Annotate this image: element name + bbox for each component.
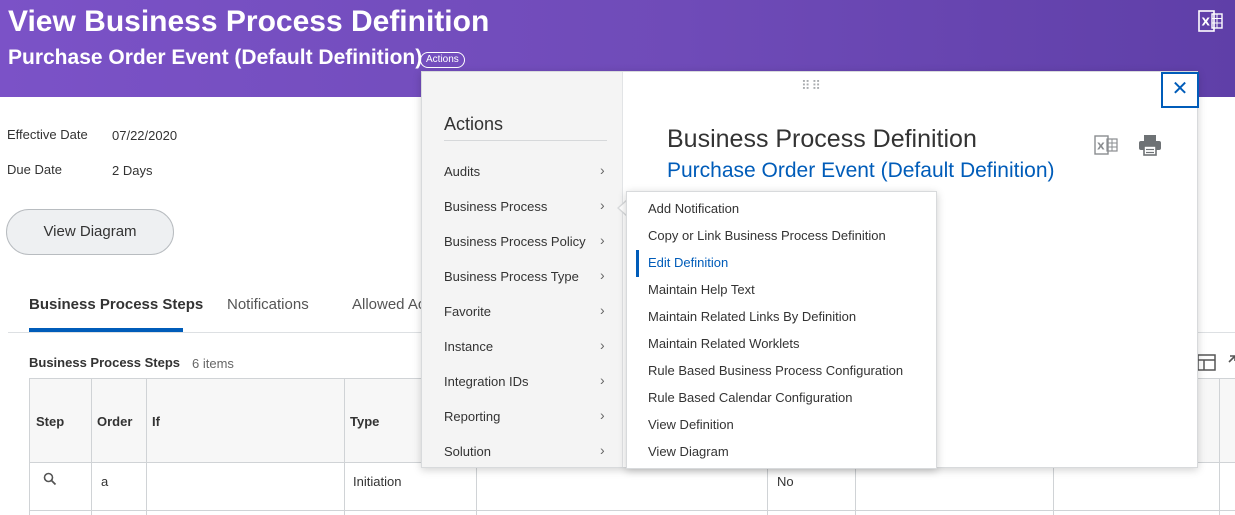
chevron-right-icon: › xyxy=(600,232,605,248)
cell-type: Initiation xyxy=(353,474,402,489)
category-label: Audits xyxy=(444,164,481,179)
menu-item-label: View Definition xyxy=(648,417,734,432)
category-label: Instance xyxy=(444,339,494,354)
menu-item-label: Maintain Related Worklets xyxy=(648,336,800,351)
category-label: Business Process Policy xyxy=(444,234,586,249)
close-button[interactable]: ✕ xyxy=(1161,72,1199,108)
column-header-type[interactable]: Type xyxy=(350,414,379,429)
category-item-audits[interactable]: Audits › xyxy=(422,157,623,187)
menu-item-label: Rule Based Business Process Configuratio… xyxy=(648,363,904,378)
category-label: Integration IDs xyxy=(444,374,529,389)
page-title: View Business Process Definition xyxy=(8,5,490,38)
category-item-business-process-policy[interactable]: Business Process Policy › xyxy=(422,227,623,257)
chevron-right-icon: › xyxy=(600,162,605,178)
due-date-value: 2 Days xyxy=(112,163,153,178)
category-item-business-process[interactable]: Business Process › xyxy=(422,192,623,222)
menu-item-add-notification[interactable]: Add Notification xyxy=(627,196,936,223)
fullscreen-icon[interactable] xyxy=(1224,354,1235,371)
tab-notifications[interactable]: Notifications xyxy=(227,296,309,313)
grid-title: Business Process Steps xyxy=(29,355,181,370)
row-divider xyxy=(30,510,1235,511)
search-icon[interactable] xyxy=(43,472,57,486)
chevron-right-icon: › xyxy=(600,197,605,213)
category-item-favorite[interactable]: Favorite › xyxy=(422,297,623,327)
category-item-reporting[interactable]: Reporting › xyxy=(422,402,623,432)
category-item-business-process-type[interactable]: Business Process Type › xyxy=(422,262,623,292)
category-label: Solution xyxy=(444,444,491,459)
category-item-integration-ids[interactable]: Integration IDs › xyxy=(422,367,623,397)
cell-value: No xyxy=(777,474,794,489)
column-divider xyxy=(344,379,345,515)
menu-item-label: Maintain Related Links By Definition xyxy=(648,309,857,324)
effective-date-value: 07/22/2020 xyxy=(112,128,178,143)
actions-heading: Actions xyxy=(444,114,504,134)
category-label: Favorite xyxy=(444,304,491,319)
menu-item-label: Maintain Help Text xyxy=(648,282,755,297)
menu-item-rule-based-calendar-configuration[interactable]: Rule Based Calendar Configuration xyxy=(627,385,936,412)
svg-text:X: X xyxy=(1202,16,1211,29)
excel-export-icon[interactable]: X xyxy=(1094,135,1118,155)
column-header-order[interactable]: Order xyxy=(97,414,132,429)
svg-text:X: X xyxy=(1097,142,1105,153)
category-item-solution[interactable]: Solution › xyxy=(422,437,623,467)
category-item-instance[interactable]: Instance › xyxy=(422,332,623,362)
chevron-right-icon: › xyxy=(600,407,605,423)
column-header-step[interactable]: Step xyxy=(36,414,64,429)
menu-item-edit-definition[interactable]: Edit Definition xyxy=(627,250,936,277)
popup-subtitle[interactable]: Purchase Order Event (Default Definition… xyxy=(667,159,1055,183)
chevron-right-icon: › xyxy=(600,372,605,388)
chevron-right-icon: › xyxy=(600,337,605,353)
print-icon[interactable] xyxy=(1138,134,1162,156)
menu-item-label: Edit Definition xyxy=(648,255,729,270)
menu-item-label: View Diagram xyxy=(648,444,729,459)
due-date-label: Due Date xyxy=(7,162,62,177)
menu-item-view-definition[interactable]: View Definition xyxy=(627,412,936,439)
column-divider xyxy=(1219,379,1220,515)
menu-item-label: Add Notification xyxy=(648,201,740,216)
column-divider xyxy=(91,379,92,515)
menu-item-maintain-help-text[interactable]: Maintain Help Text xyxy=(627,277,936,304)
menu-item-label: Copy or Link Business Process Definition xyxy=(648,228,886,243)
menu-item-view-diagram[interactable]: View Diagram xyxy=(627,439,936,466)
cell-order: a xyxy=(101,474,109,489)
category-label: Reporting xyxy=(444,409,501,424)
tab-allowed-actions[interactable]: Allowed Ac xyxy=(352,296,425,313)
category-label: Business Process Type xyxy=(444,269,579,284)
menu-item-maintain-related-worklets[interactable]: Maintain Related Worklets xyxy=(627,331,936,358)
column-divider xyxy=(146,379,147,515)
column-header-if[interactable]: If xyxy=(152,414,160,429)
drag-handle-icon[interactable]: ⠿⠿ xyxy=(801,78,822,94)
chevron-right-icon: › xyxy=(600,302,605,318)
effective-date-label: Effective Date xyxy=(7,127,88,142)
popup-title: Business Process Definition xyxy=(667,125,977,153)
menu-item-maintain-related-links[interactable]: Maintain Related Links By Definition xyxy=(627,304,936,331)
actions-heading-divider xyxy=(444,140,607,141)
chevron-right-icon: › xyxy=(600,442,605,458)
menu-item-label: Rule Based Calendar Configuration xyxy=(648,390,853,405)
menu-item-rule-based-bp-configuration[interactable]: Rule Based Business Process Configuratio… xyxy=(627,358,936,385)
category-label: Business Process xyxy=(444,199,548,214)
menu-item-copy-or-link-definition[interactable]: Copy or Link Business Process Definition xyxy=(627,223,936,250)
excel-export-icon[interactable]: X xyxy=(1198,9,1224,33)
chevron-right-icon: › xyxy=(600,267,605,283)
tab-business-process-steps[interactable]: Business Process Steps xyxy=(29,296,203,313)
grid-item-count: 6 items xyxy=(192,356,234,371)
page-subtitle: Purchase Order Event (Default Definition… xyxy=(8,46,423,69)
actions-category-panel: Actions Audits › Business Process › Busi… xyxy=(422,72,623,467)
actions-button[interactable]: Actions xyxy=(420,52,465,68)
table-view-icon[interactable] xyxy=(1197,354,1216,371)
view-diagram-button[interactable]: View Diagram xyxy=(6,209,174,255)
business-process-submenu: Add Notification Copy or Link Business P… xyxy=(626,191,937,469)
